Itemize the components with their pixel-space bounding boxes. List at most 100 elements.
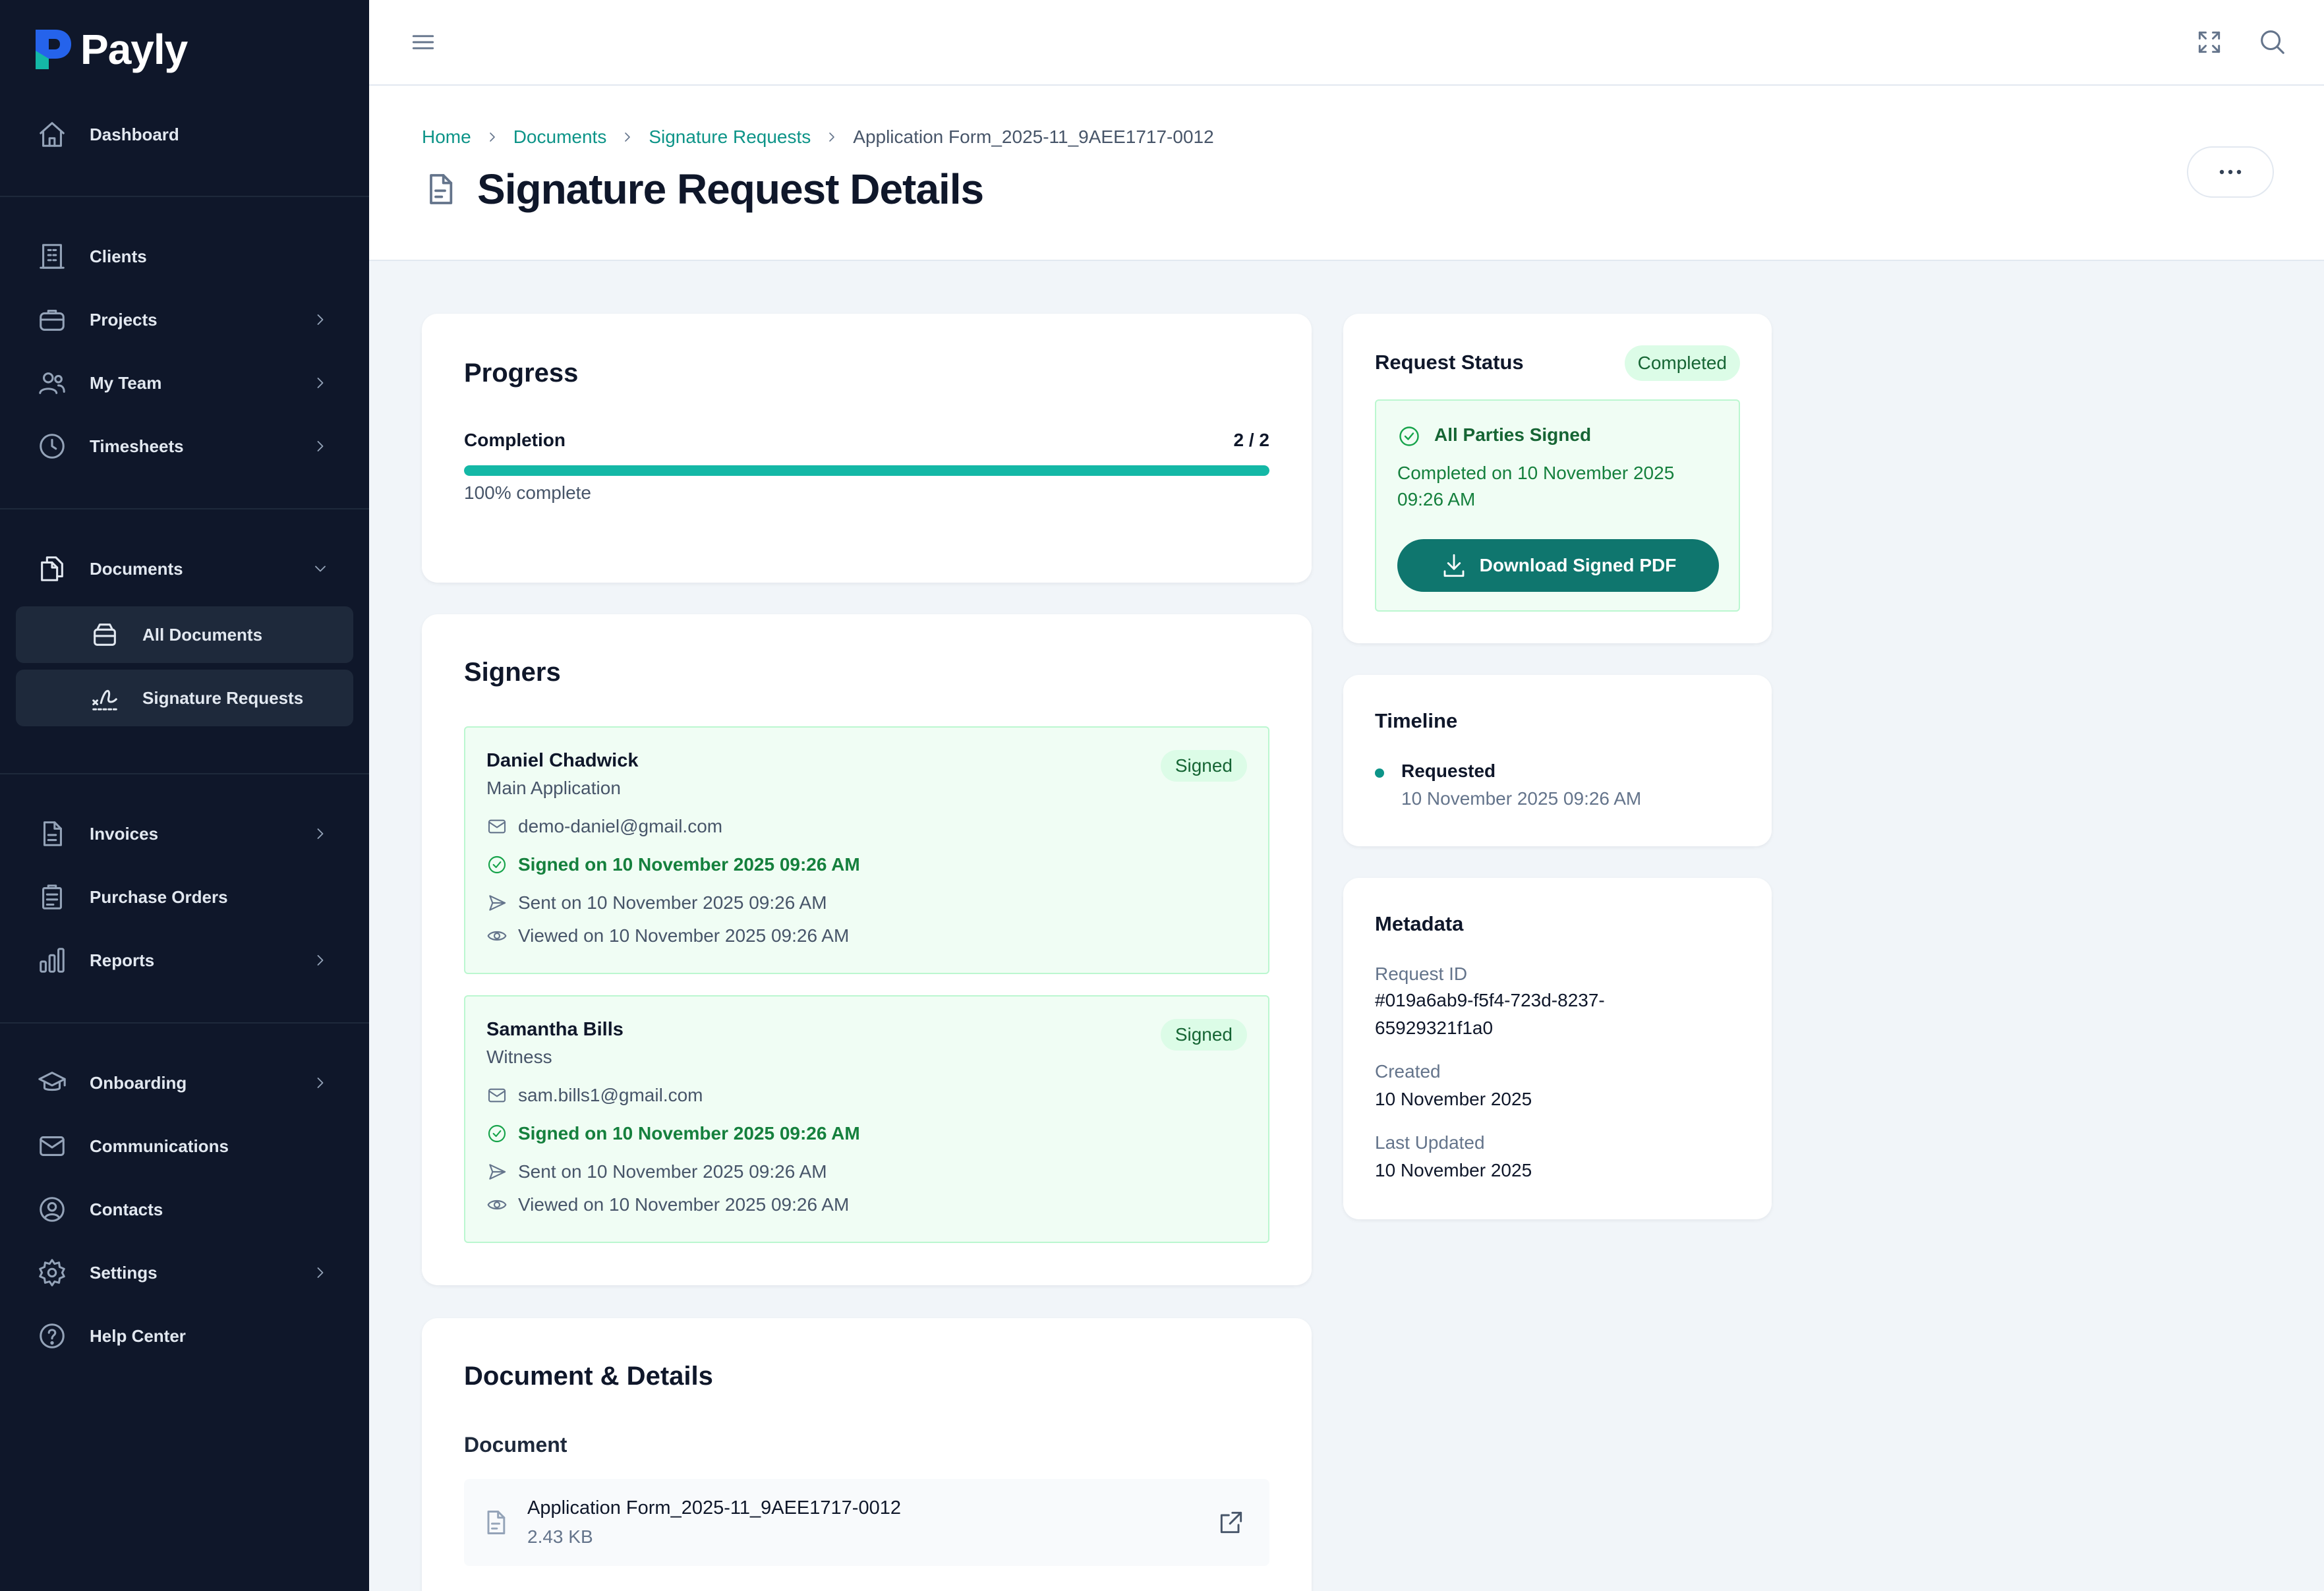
sidebar-item-dashboard[interactable]: Dashboard xyxy=(16,106,353,163)
signers-title: Signers xyxy=(464,658,561,687)
chevron-right-icon xyxy=(625,132,631,142)
sidebar-item-signature-requests[interactable]: Signature Requests xyxy=(16,670,353,726)
sidebar-item-projects[interactable]: Projects xyxy=(16,291,353,348)
logo[interactable]: Payly xyxy=(33,25,188,74)
signer-viewed-date: Viewed on 10 November 2025 09:26 AM xyxy=(518,1194,850,1215)
signer-role: Main Application xyxy=(486,778,621,798)
progress-percent-text: 100% complete xyxy=(464,482,592,503)
sidebar-item-label: Contacts xyxy=(90,1199,163,1219)
request-status-title: Request Status xyxy=(1375,351,1524,374)
progress-bar-fill xyxy=(464,465,1269,476)
sidebar-item-label: Help Center xyxy=(90,1325,186,1346)
signer-email-row: demo-daniel@gmail.com xyxy=(486,816,722,837)
breadcrumb-home[interactable]: Home xyxy=(422,127,471,148)
download-signed-pdf-button[interactable]: Download Signed PDF xyxy=(1397,539,1719,592)
signer-role: Witness xyxy=(486,1047,552,1067)
sidebar-item-communications[interactable]: Communications xyxy=(16,1118,353,1174)
sidebar-item-my-team[interactable]: My Team xyxy=(16,355,353,411)
breadcrumb: Home Documents Signature Requests Applic… xyxy=(422,127,1214,148)
sidebar-item-label: Documents xyxy=(90,558,183,579)
signer-email-row: sam.bills1@gmail.com xyxy=(486,1085,703,1106)
sidebar-item-contacts[interactable]: Contacts xyxy=(16,1181,353,1238)
sidebar-item-settings[interactable]: Settings xyxy=(16,1244,353,1301)
sidebar-item-invoices[interactable]: Invoices xyxy=(16,805,353,862)
sidebar-divider xyxy=(0,1022,369,1024)
sidebar-item-help-center[interactable]: Help Center xyxy=(16,1308,353,1364)
check-circle-icon xyxy=(488,1124,506,1143)
chevron-right-icon xyxy=(317,1267,324,1278)
sidebar-item-purchase-orders[interactable]: Purchase Orders xyxy=(16,869,353,925)
signer-sent-date: Sent on 10 November 2025 09:26 AM xyxy=(518,892,827,913)
more-actions-button[interactable] xyxy=(2187,146,2274,198)
download-icon xyxy=(1443,554,1465,577)
external-link-icon[interactable] xyxy=(1217,1508,1246,1537)
chevron-right-icon xyxy=(489,132,495,142)
status-completed-line1: Completed on 10 November 2025 xyxy=(1397,463,1675,483)
status-completed-line2: 09:26 AM xyxy=(1397,489,1476,509)
check-circle-icon xyxy=(1399,426,1419,446)
signer-name: Samantha Bills xyxy=(486,1019,624,1040)
chevron-down-icon xyxy=(315,565,326,572)
gear-icon xyxy=(39,1259,65,1287)
sidebar-item-documents[interactable]: Documents xyxy=(16,540,353,597)
mail-icon xyxy=(488,819,506,834)
file-icon xyxy=(487,1511,506,1534)
sidebar-item-label: Clients xyxy=(90,246,147,266)
topbar xyxy=(369,0,2324,86)
signer-viewed-date: Viewed on 10 November 2025 09:26 AM xyxy=(518,925,850,946)
clipboard-icon xyxy=(42,884,62,910)
created-value: 10 November 2025 xyxy=(1375,1089,1532,1109)
document-file-name: Application Form_2025-11_9AEE1717-0012 xyxy=(527,1497,901,1519)
fullscreen-icon[interactable] xyxy=(2195,28,2224,57)
more-horizontal-icon xyxy=(2219,169,2242,175)
sidebar-item-all-documents[interactable]: All Documents xyxy=(16,606,353,663)
status-summary-box: All Parties Signed Completed on 10 Novem… xyxy=(1375,399,1740,612)
signer-viewed-row: Viewed on 10 November 2025 09:26 AM xyxy=(486,925,849,946)
building-icon xyxy=(40,244,65,269)
chevron-right-icon xyxy=(317,378,324,388)
graduation-cap-icon xyxy=(38,1072,66,1091)
document-details-title: Document & Details xyxy=(464,1362,713,1391)
sidebar-item-timesheets[interactable]: Timesheets xyxy=(16,418,353,475)
breadcrumb-signature-requests[interactable]: Signature Requests xyxy=(649,127,811,148)
chevron-right-icon xyxy=(317,441,324,451)
search-icon[interactable] xyxy=(2257,26,2287,57)
send-icon xyxy=(489,1164,506,1180)
menu-icon[interactable] xyxy=(409,28,438,57)
timeline-event-label: Requested xyxy=(1401,761,1496,781)
progress-title: Progress xyxy=(464,359,579,388)
download-button-label: Download Signed PDF xyxy=(1479,555,1677,575)
signer-signed-date: Signed on 10 November 2025 09:26 AM xyxy=(518,854,860,875)
sidebar-item-clients[interactable]: Clients xyxy=(16,228,353,285)
tray-icon xyxy=(94,623,116,646)
sidebar-item-label: Timesheets xyxy=(90,436,184,456)
request-status-card: Request Status Completed All Parties Sig… xyxy=(1343,314,1772,643)
sidebar-item-onboarding[interactable]: Onboarding xyxy=(16,1055,353,1111)
request-id-value-line1: #019a6ab9-f5f4-723d-8237- xyxy=(1375,990,1605,1010)
breadcrumb-current: Application Form_2025-11_9AEE1717-0012 xyxy=(853,127,1214,147)
clock-icon xyxy=(40,434,65,459)
signer-card: Samantha Bills Witness Signed sam.bills1… xyxy=(464,995,1269,1243)
timeline-event-time: 10 November 2025 09:26 AM xyxy=(1401,788,1642,809)
document-file-row[interactable]: Application Form_2025-11_9AEE1717-0012 2… xyxy=(464,1479,1269,1566)
signer-name: Daniel Chadwick xyxy=(486,750,639,771)
user-circle-icon xyxy=(40,1197,65,1222)
sidebar-item-label: Invoices xyxy=(90,823,159,844)
breadcrumb-documents[interactable]: Documents xyxy=(513,127,607,148)
sidebar-item-label: Dashboard xyxy=(90,124,179,144)
status-badge: Completed xyxy=(1624,345,1740,381)
logo-text: Payly xyxy=(80,26,188,73)
chevron-right-icon xyxy=(317,828,324,839)
document-file-size: 2.43 KB xyxy=(527,1526,593,1547)
sidebar-item-label: Purchase Orders xyxy=(90,886,228,907)
signer-card: Daniel Chadwick Main Application Signed … xyxy=(464,726,1269,974)
sidebar-item-reports[interactable]: Reports xyxy=(16,932,353,989)
signer-viewed-row: Viewed on 10 November 2025 09:26 AM xyxy=(486,1194,849,1215)
documents-icon xyxy=(41,556,63,581)
signer-sent-row: Sent on 10 November 2025 09:26 AM xyxy=(486,892,827,913)
bar-chart-icon xyxy=(40,948,65,973)
sidebar-divider xyxy=(0,773,369,774)
document-details-card: Document & Details Document Application … xyxy=(422,1318,1312,1591)
timeline-dot xyxy=(1375,768,1384,778)
sidebar-item-label: Settings xyxy=(90,1262,158,1283)
